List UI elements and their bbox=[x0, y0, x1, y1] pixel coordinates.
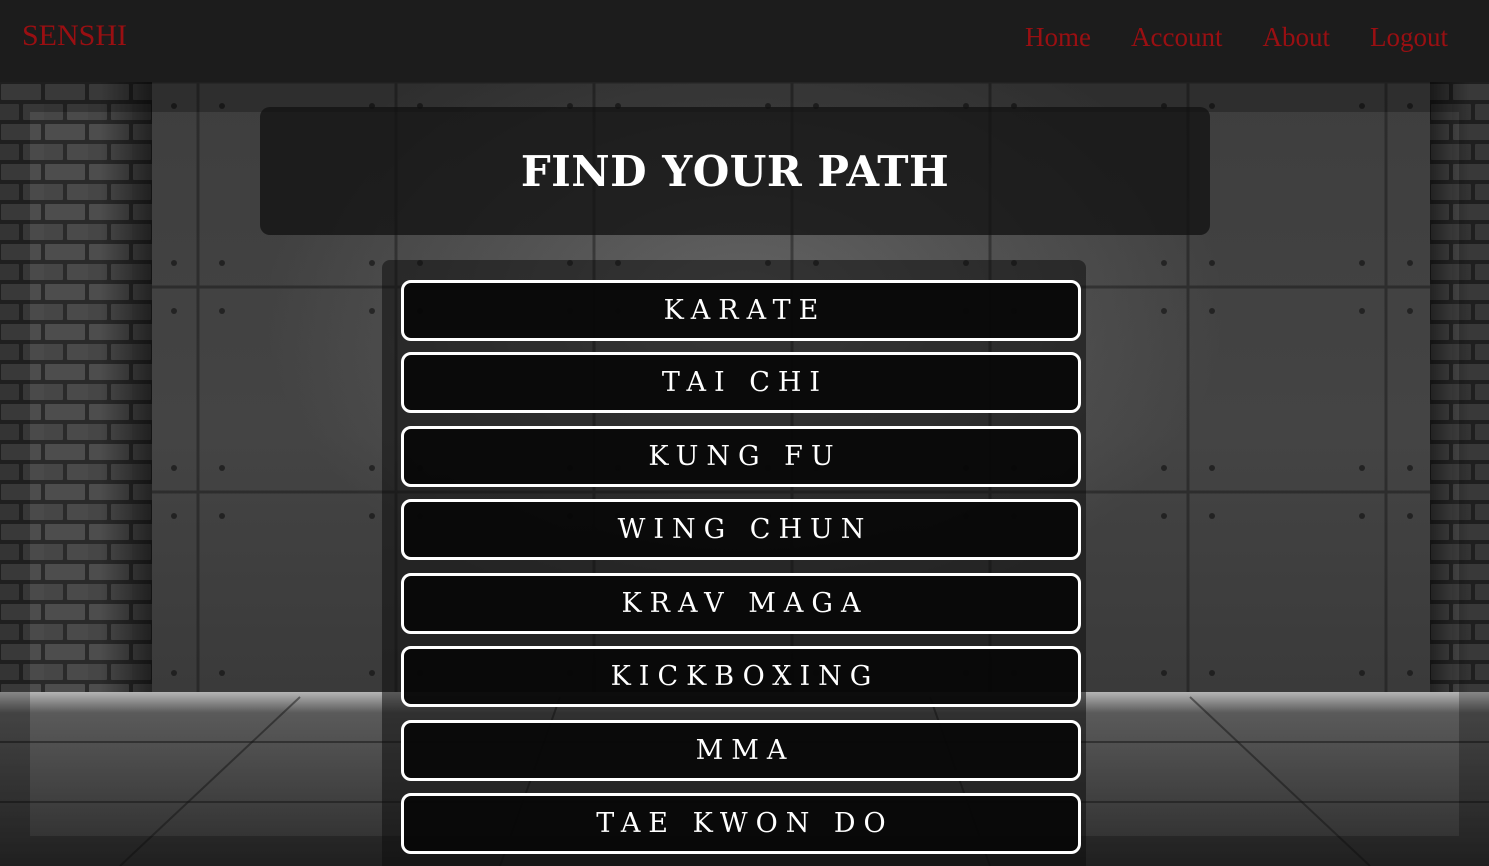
style-button-tae-kwon-do[interactable]: TAE KWON DO bbox=[401, 793, 1081, 854]
brand-logo-link[interactable]: SENSHI bbox=[22, 18, 127, 54]
nav-link-home[interactable]: Home bbox=[1025, 20, 1091, 54]
page-title: FIND YOUR PATH bbox=[520, 146, 950, 196]
style-button-tai-chi[interactable]: TAI CHI bbox=[401, 352, 1081, 413]
style-button-kickboxing[interactable]: KICKBOXING bbox=[401, 646, 1081, 707]
nav-link-account[interactable]: Account bbox=[1131, 20, 1222, 54]
title-panel: FIND YOUR PATH bbox=[260, 107, 1210, 235]
style-button-kung-fu[interactable]: KUNG FU bbox=[401, 426, 1081, 487]
style-button-krav-maga[interactable]: KRAV MAGA bbox=[401, 573, 1081, 634]
style-button-karate[interactable]: KARATE bbox=[401, 280, 1081, 341]
nav-links: Home Account About Logout bbox=[1025, 20, 1448, 54]
style-button-mma[interactable]: MMA bbox=[401, 720, 1081, 781]
style-button-wing-chun[interactable]: WING CHUN bbox=[401, 499, 1081, 560]
nav-link-logout[interactable]: Logout bbox=[1370, 20, 1448, 54]
nav-link-about[interactable]: About bbox=[1263, 20, 1331, 54]
top-navbar: SENSHI Home Account About Logout bbox=[0, 0, 1489, 82]
